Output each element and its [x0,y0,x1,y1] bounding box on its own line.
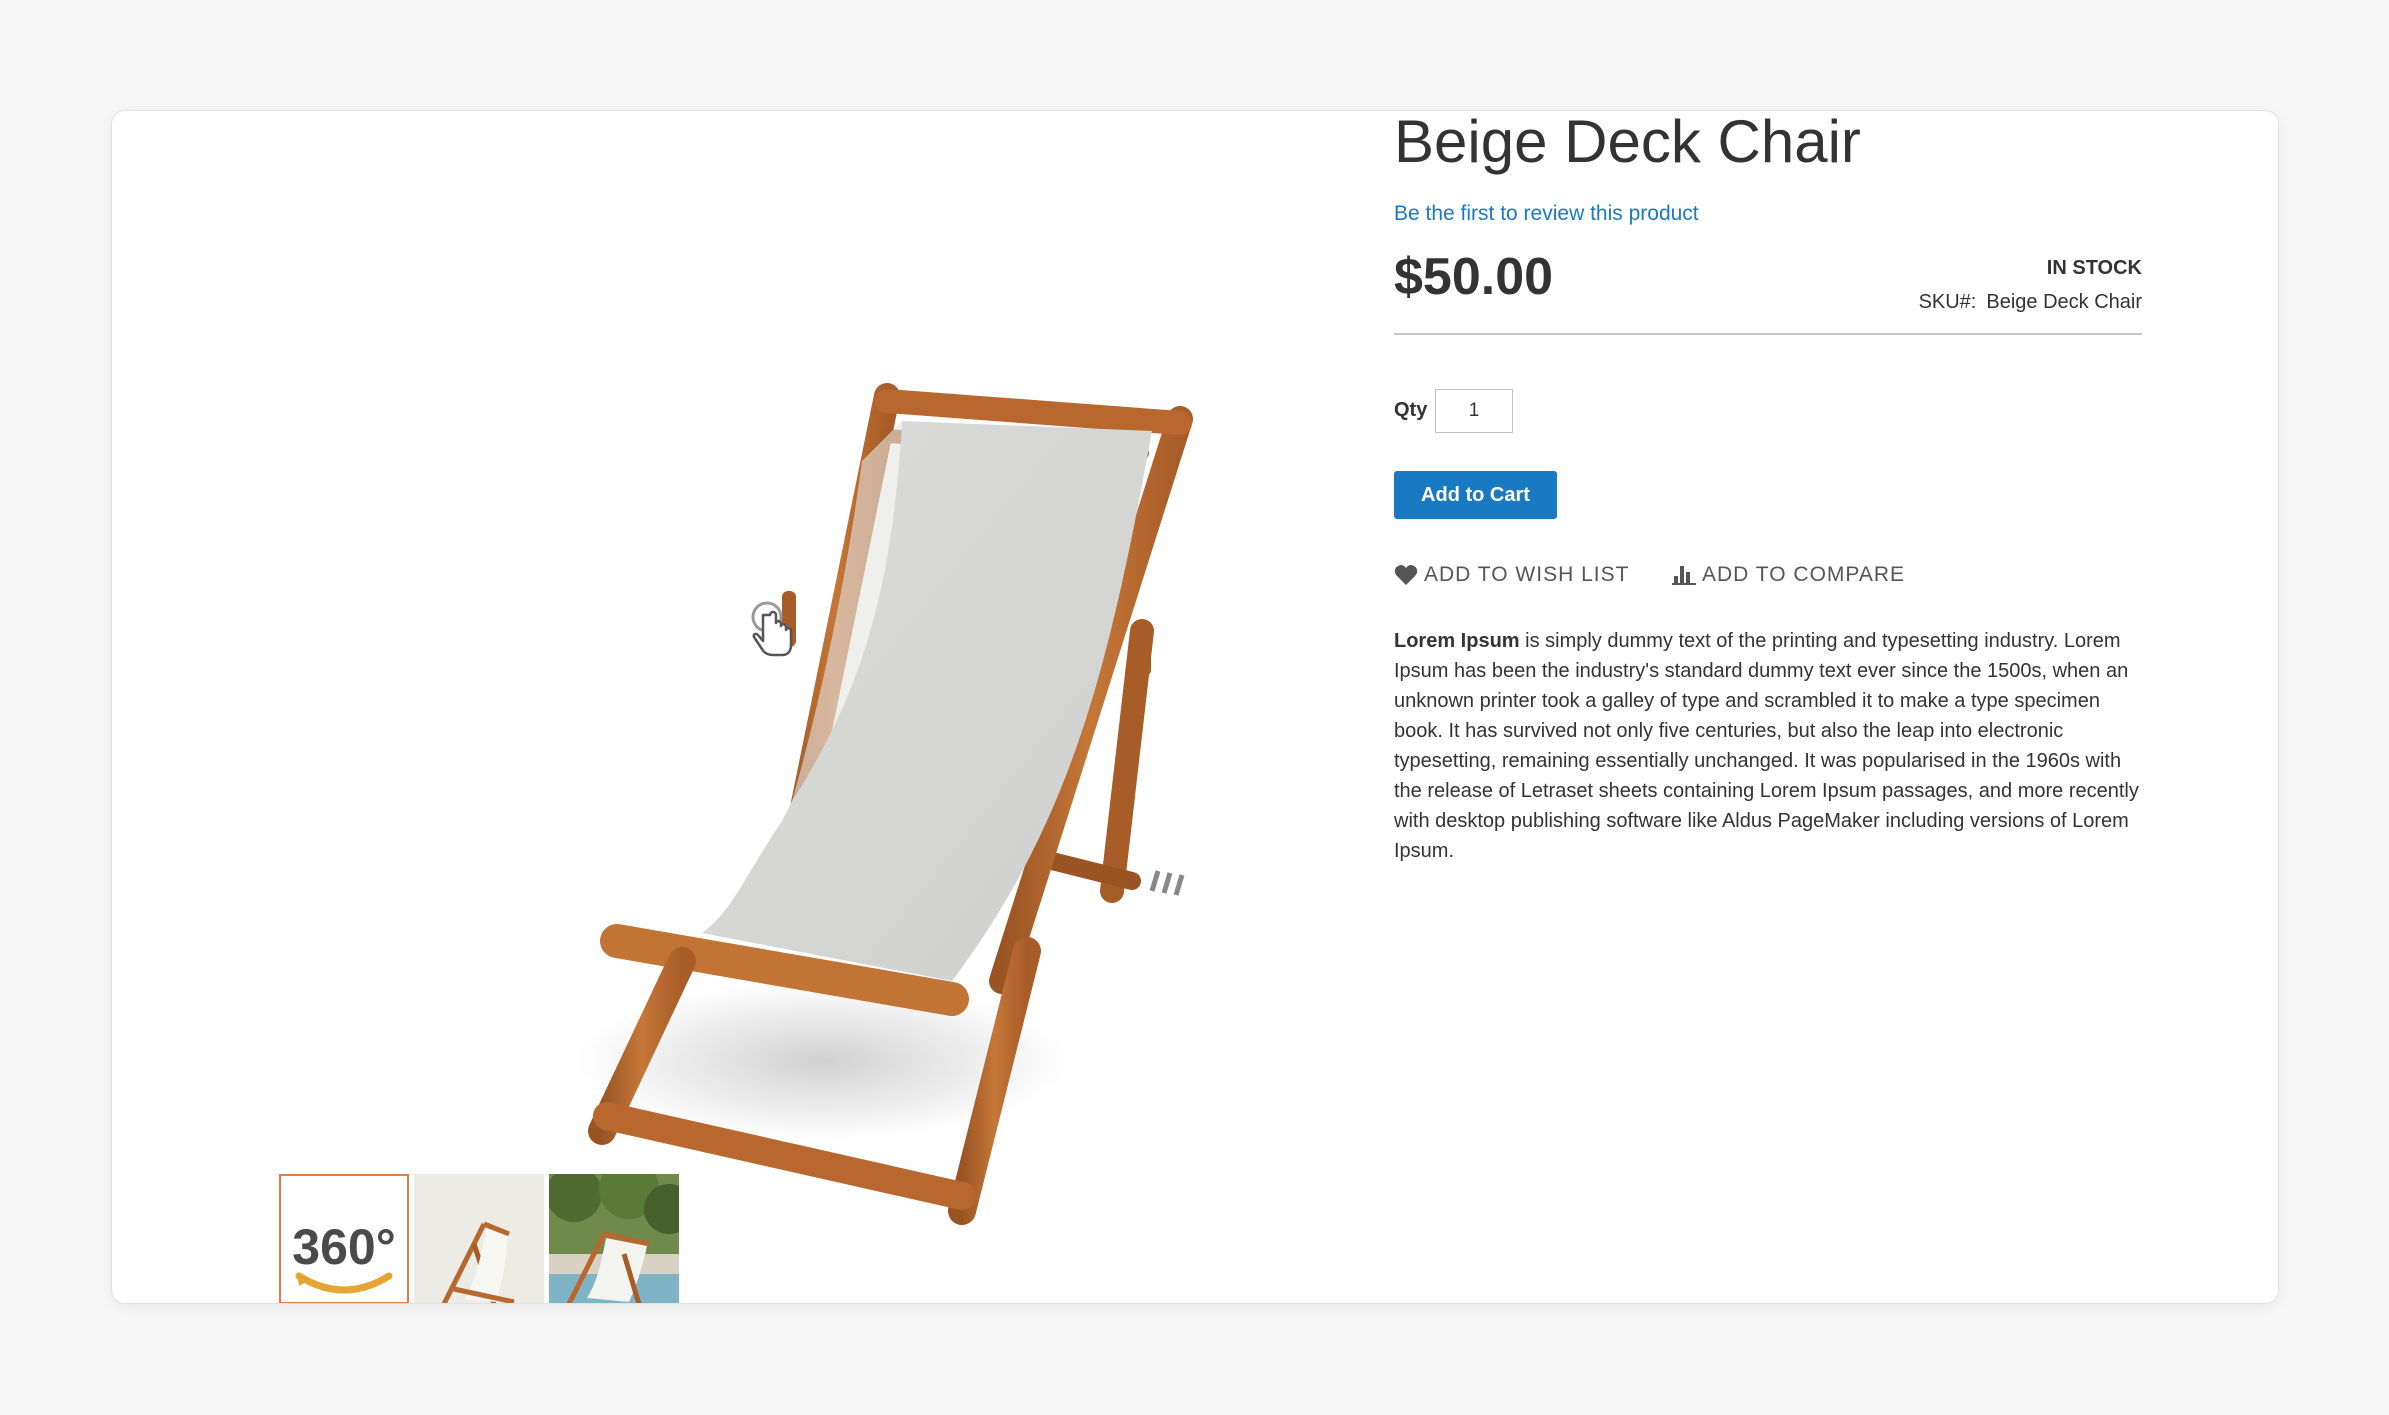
product-media: 360° [112,111,1392,1303]
qty-label: Qty [1394,399,1428,421]
add-to-compare-link[interactable]: Add to Compare [1672,563,1905,587]
review-link[interactable]: Be the first to review this product [1394,202,1699,226]
description-lead: Lorem Ipsum [1394,630,1520,652]
sku-value: Beige Deck Chair [1986,291,2142,313]
heart-icon [1394,564,1418,586]
thumbnail-strip: 360° [279,1174,684,1303]
add-to-wish-list-link[interactable]: Add to Wish List [1394,563,1629,587]
add-to-cart-button[interactable]: Add to Cart [1394,471,1557,519]
page-title: Beige Deck Chair [1394,110,1861,175]
product-card: 360° Beige Deck Chair Be the first to re… [111,110,2279,1304]
product-360-viewer[interactable] [492,261,1212,1241]
thumbnail-360-label: 360° [292,1219,395,1275]
product-price: $50.00 [1394,248,1554,306]
product-sku: SKU#: Beige Deck Chair [1919,291,2142,314]
hand-pointer-icon [748,601,798,657]
thumbnail-360[interactable]: 360° [279,1174,409,1303]
bar-chart-icon [1672,564,1696,586]
stock-status: IN STOCK [2046,257,2142,279]
wish-list-label: Add to Wish List [1424,563,1630,586]
description-body: is simply dummy text of the printing and… [1394,630,2139,862]
compare-label: Add to Compare [1702,563,1906,586]
thumbnail-chair-studio[interactable] [414,1174,544,1303]
product-description: Lorem Ipsum is simply dummy text of the … [1394,626,2142,866]
thumbnail-chair-outdoor[interactable] [549,1174,679,1303]
sku-label: SKU#: [1918,291,1977,313]
price-divider [1394,333,2142,335]
qty-input[interactable] [1435,389,1513,433]
